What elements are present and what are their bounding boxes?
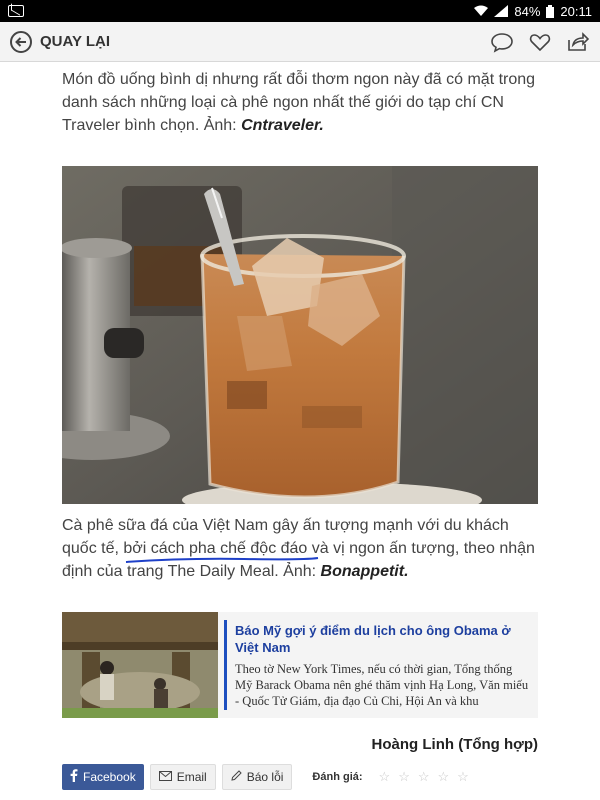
photo-source: Cntraveler. (241, 117, 324, 134)
report-error-button[interactable]: Báo lỗi (221, 764, 293, 790)
envelope-icon (158, 770, 172, 784)
heart-icon[interactable] (528, 30, 552, 54)
email-button[interactable]: Email (149, 764, 216, 790)
app-header: QUAY LẠI (0, 22, 600, 62)
related-article-summary: Theo tờ New York Times, nếu có thời gian… (235, 662, 529, 708)
back-button[interactable]: QUAY LẠI (10, 30, 111, 53)
clock: 20:11 (560, 3, 592, 19)
battery-icon (546, 4, 555, 18)
article-actions: Facebook Email Báo lỗi Đánh giá: ☆ ☆ ☆ ☆… (62, 764, 469, 790)
email-label: Email (176, 770, 207, 784)
related-article-card[interactable]: Báo Mỹ gợi ý điểm du lịch cho ông Obama … (62, 612, 538, 718)
article-paragraph: Món đồ uống bình dị nhưng rất đỗi thơm n… (62, 68, 540, 137)
battery-percent: 84% (514, 3, 541, 19)
star-icon[interactable]: ☆ (379, 769, 391, 785)
report-error-label: Báo lỗi (246, 770, 284, 784)
star-icon[interactable]: ☆ (438, 769, 450, 785)
facebook-label: Facebook (83, 770, 136, 784)
article-paragraph: Cà phê sữa đá của Việt Nam gây ấn tượng … (62, 514, 540, 583)
author-byline: Hoàng Linh (Tổng hợp) (371, 736, 538, 753)
back-label: QUAY LẠI (40, 33, 111, 50)
signal-icon (494, 5, 509, 17)
star-icon[interactable]: ☆ (398, 769, 410, 785)
back-arrow-icon (10, 30, 32, 53)
star-icon[interactable]: ☆ (457, 769, 469, 785)
facebook-share-button[interactable]: Facebook (62, 764, 144, 790)
rating-label: Đánh giá: (312, 771, 363, 783)
article-photo-iced-coffee (62, 166, 538, 504)
rating-stars: ☆ ☆ ☆ ☆ ☆ (379, 769, 469, 785)
related-article-title[interactable]: Báo Mỹ gợi ý điểm du lịch cho ông Obama … (235, 622, 530, 656)
gmail-notification-icon (8, 5, 24, 17)
star-icon[interactable]: ☆ (418, 769, 430, 785)
comment-icon[interactable] (490, 30, 514, 54)
share-icon[interactable] (566, 30, 590, 54)
pen-underline-annotation (125, 557, 319, 563)
wifi-icon (474, 5, 489, 17)
status-bar: 84% 20:11 (0, 0, 600, 22)
photo-source: Bonappetit. (320, 563, 409, 580)
related-article-thumbnail (62, 612, 218, 718)
pencil-icon (231, 770, 242, 784)
facebook-icon (70, 769, 78, 785)
paragraph-text: Cà phê sữa đá của Việt Nam gây ấn tượng … (62, 517, 535, 580)
